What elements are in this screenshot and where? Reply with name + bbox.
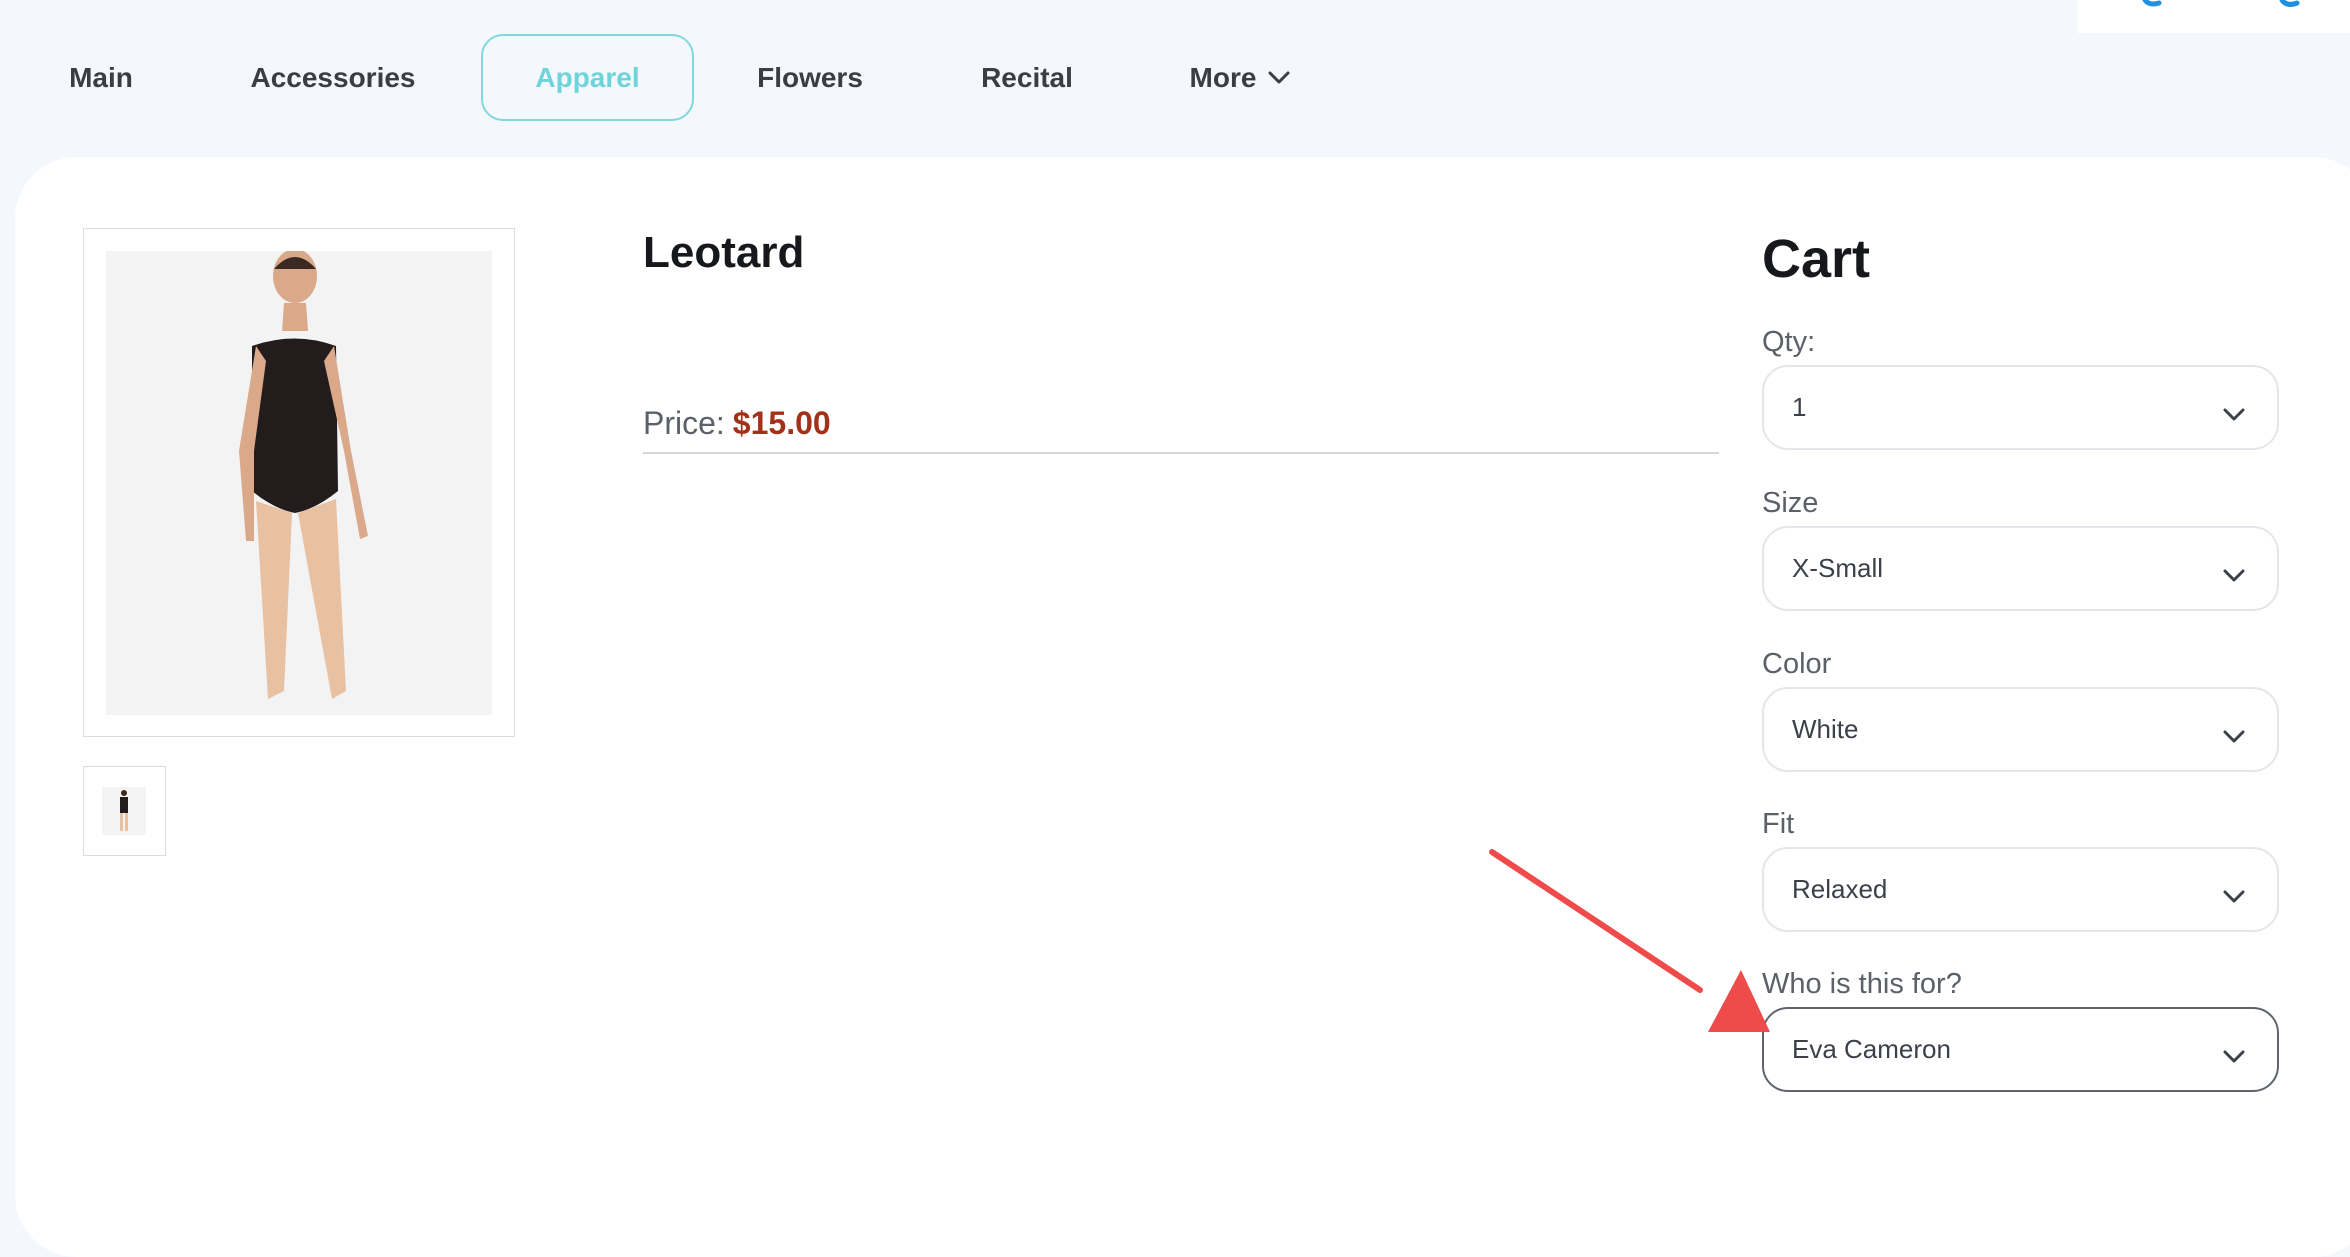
nav-tab-more[interactable]: More: [1170, 34, 1310, 121]
nav-tab-label: Accessories: [250, 61, 416, 93]
nav-tab-accessories[interactable]: Accessories: [228, 34, 438, 121]
color-label: Color: [1762, 648, 1832, 680]
size-value: X-Small: [1792, 553, 1884, 583]
nav-tab-apparel[interactable]: Apparel: [481, 34, 694, 121]
nav-tab-recital[interactable]: Recital: [962, 34, 1092, 121]
chevron-down-icon: [1268, 71, 1290, 85]
recipient-label: Who is this for?: [1762, 968, 1962, 1000]
nav-tab-label: Main: [69, 61, 133, 93]
chevron-down-icon: [2223, 720, 2245, 751]
store-logo[interactable]: [2077, 0, 2350, 33]
recipient-value: Eva Cameron: [1792, 1034, 1951, 1064]
category-nav: Main Accessories Apparel Flowers Recital…: [0, 0, 2077, 156]
product-image[interactable]: [83, 228, 515, 737]
nav-tab-flowers[interactable]: Flowers: [740, 34, 880, 121]
color-value: White: [1792, 714, 1859, 744]
qty-value: 1: [1792, 392, 1807, 422]
fit-label: Fit: [1762, 808, 1795, 840]
fit-value: Relaxed: [1792, 874, 1888, 904]
price-label: Price:: [643, 405, 725, 441]
price-row: Price: $15.00: [643, 405, 1719, 454]
chevron-down-icon: [2223, 880, 2245, 911]
size-label: Size: [1762, 487, 1819, 519]
recipient-select[interactable]: Eva Cameron: [1762, 1007, 2279, 1092]
size-select[interactable]: X-Small: [1762, 526, 2279, 611]
chevron-down-icon: [2223, 398, 2245, 429]
qty-label: Qty:: [1762, 326, 1816, 358]
price-value: $15.00: [732, 405, 831, 441]
chevron-down-icon: [2223, 559, 2245, 590]
cart-title: Cart: [1762, 229, 1871, 289]
leotard-photo: [106, 249, 492, 715]
product-thumbnail[interactable]: [83, 766, 166, 856]
nav-tab-label: Apparel: [535, 61, 640, 93]
nav-tab-label: Flowers: [757, 61, 863, 93]
nav-tab-label: More: [1189, 61, 1257, 93]
color-select[interactable]: White: [1762, 687, 2279, 772]
nav-tab-label: Recital: [981, 61, 1073, 93]
qty-select[interactable]: 1: [1762, 365, 2279, 450]
nav-tab-main[interactable]: Main: [46, 34, 156, 121]
fit-select[interactable]: Relaxed: [1762, 847, 2279, 932]
product-title: Leotard: [643, 228, 805, 277]
leotard-thumbnail: [102, 787, 146, 835]
chevron-down-icon: [2223, 1040, 2245, 1071]
